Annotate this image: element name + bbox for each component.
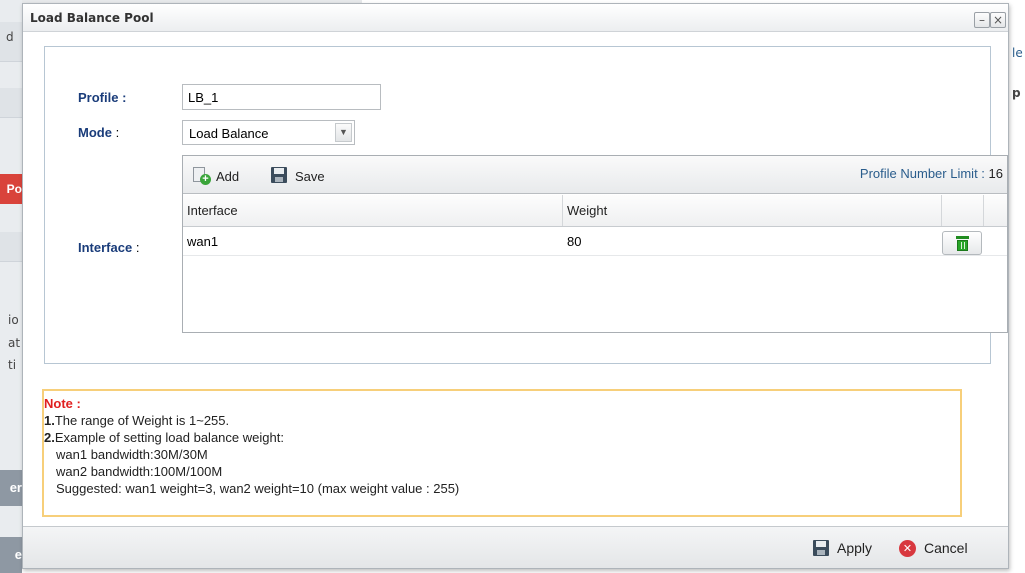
- save-icon: [813, 540, 829, 556]
- cell-interface: wan1: [187, 234, 219, 249]
- add-button[interactable]: + Add: [192, 166, 239, 186]
- profile-input[interactable]: [182, 84, 381, 110]
- chevron-down-icon[interactable]: ▼: [335, 123, 352, 142]
- cancel-button[interactable]: ✕ Cancel: [899, 539, 968, 557]
- add-button-label: Add: [216, 168, 240, 184]
- table-row[interactable]: wan1 80: [183, 228, 1007, 256]
- background-red-tab: Po: [0, 174, 22, 204]
- apply-button-label: Apply: [837, 540, 873, 556]
- note-line-4: wan2 bandwidth:100M/100M: [56, 464, 223, 479]
- cancel-button-label: Cancel: [924, 540, 968, 556]
- add-icon: +: [192, 167, 211, 185]
- mode-select-value: Load Balance: [189, 126, 269, 141]
- background-text: le: [1012, 46, 1023, 60]
- close-button[interactable]: ×: [990, 12, 1006, 28]
- save-icon: [271, 167, 289, 185]
- apply-button[interactable]: Apply: [813, 539, 872, 557]
- trash-icon: [956, 236, 969, 251]
- note-line-3: wan1 bandwidth:30M/30M: [56, 447, 208, 462]
- mode-select[interactable]: Load Balance ▼: [182, 120, 355, 145]
- close-icon: ×: [992, 13, 1004, 27]
- note-box: Note : 1.The range of Weight is 1~255. 2…: [42, 389, 962, 517]
- background-dark-tab: e: [0, 537, 22, 573]
- dialog-title: Load Balance Pool: [30, 11, 154, 25]
- interface-grid: + Add Save Profile Number Limit : 16 Int…: [182, 155, 1008, 333]
- profile-form-panel: Profile : Mode : Load Balance ▼ Interfac…: [44, 46, 1008, 364]
- note-line-2: 2.Example of setting load balance weight…: [44, 430, 284, 445]
- delete-row-button[interactable]: [942, 231, 982, 255]
- minimize-icon: –: [979, 13, 985, 27]
- profile-label: Profile :: [78, 90, 127, 105]
- background-cell: [0, 232, 22, 262]
- note-title: Note :: [44, 396, 81, 411]
- column-header-weight[interactable]: Weight: [563, 195, 942, 226]
- save-button-label: Save: [295, 168, 325, 184]
- mode-label: Mode :: [78, 125, 120, 140]
- profile-number-limit: Profile Number Limit : 16: [859, 166, 1003, 181]
- background-dark-tab: er: [0, 470, 22, 506]
- dialog-footer: Apply ✕ Cancel: [23, 526, 1008, 568]
- note-line-5: Suggested: wan1 weight=3, wan2 weight=10…: [56, 481, 460, 496]
- background-text: at: [8, 336, 21, 350]
- column-header-interface[interactable]: Interface: [183, 195, 563, 226]
- background-text: d: [6, 30, 14, 44]
- save-button[interactable]: Save: [271, 166, 325, 186]
- background-text: io: [8, 313, 19, 327]
- note-line-1: 1.The range of Weight is 1~255.: [44, 413, 230, 428]
- dialog-titlebar[interactable]: Load Balance Pool – ×: [23, 4, 1008, 32]
- minimize-button[interactable]: –: [974, 12, 990, 28]
- background-right-panel: [1007, 32, 1025, 572]
- background-cell: [0, 88, 22, 118]
- column-header-actions: [942, 195, 984, 226]
- grid-toolbar: + Add Save Profile Number Limit : 16: [183, 156, 1007, 194]
- grid-header: Interface Weight: [183, 195, 1007, 227]
- load-balance-pool-dialog: Load Balance Pool – × Profile : Mode : L…: [22, 3, 1009, 569]
- background-text: ti: [8, 358, 17, 372]
- interface-label: Interface :: [78, 240, 140, 255]
- cancel-icon: ✕: [899, 539, 916, 557]
- cell-weight: 80: [567, 234, 582, 249]
- background-text: p l: [1012, 86, 1025, 100]
